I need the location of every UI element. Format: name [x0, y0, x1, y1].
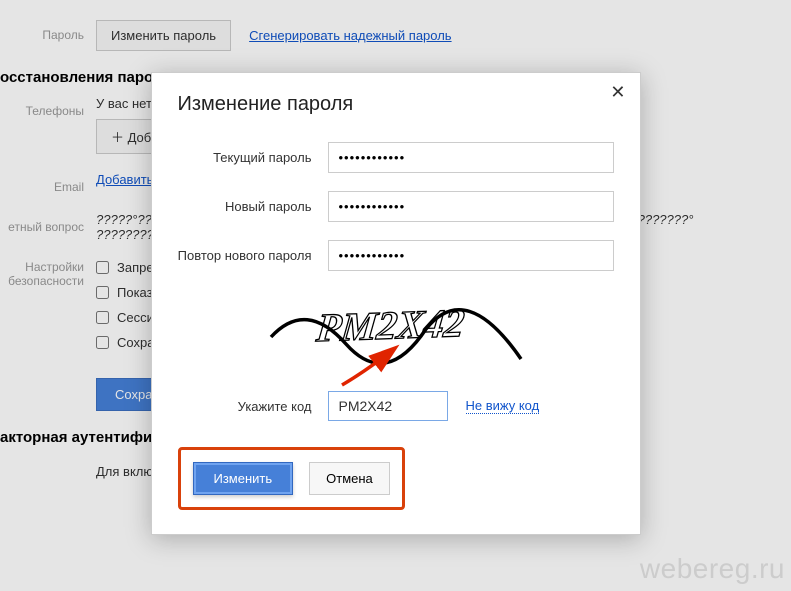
current-password-label: Текущий пароль — [178, 150, 328, 165]
cancel-button[interactable]: Отмена — [309, 462, 390, 495]
close-icon[interactable]: ✕ — [610, 83, 625, 101]
change-password-modal: ✕ Изменение пароля Текущий пароль Новый … — [151, 72, 641, 535]
captcha-code-row: Укажите код Не вижу код — [178, 391, 614, 421]
svg-text:PM2X42: PM2X42 — [313, 300, 466, 350]
code-label: Укажите код — [178, 399, 328, 414]
captcha-image: PM2X42 — [178, 289, 614, 379]
new-password-label: Новый пароль — [178, 199, 328, 214]
repeat-password-input[interactable] — [328, 240, 614, 271]
current-password-row: Текущий пароль — [178, 142, 614, 173]
submit-change-button[interactable]: Изменить — [193, 462, 294, 495]
new-password-input[interactable] — [328, 191, 614, 222]
repeat-password-label: Повтор нового пароля — [178, 248, 328, 263]
cannot-see-code-link[interactable]: Не вижу код — [466, 398, 540, 414]
modal-actions-highlight: Изменить Отмена — [178, 447, 405, 510]
captcha-code-input[interactable] — [328, 391, 448, 421]
repeat-password-row: Повтор нового пароля — [178, 240, 614, 271]
new-password-row: Новый пароль — [178, 191, 614, 222]
modal-title: Изменение пароля — [178, 93, 614, 116]
current-password-input[interactable] — [328, 142, 614, 173]
modal-overlay: ✕ Изменение пароля Текущий пароль Новый … — [0, 0, 791, 591]
